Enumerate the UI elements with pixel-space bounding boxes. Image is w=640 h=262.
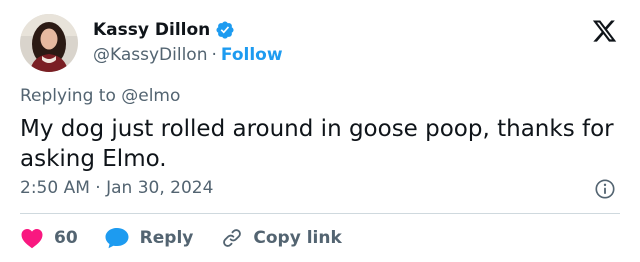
avatar[interactable]: [20, 14, 78, 72]
reply-button[interactable]: Reply: [104, 226, 194, 250]
verified-badge-icon: [215, 20, 235, 40]
author-handle-row: @KassyDillon · Follow: [93, 45, 283, 65]
link-icon: [221, 227, 243, 249]
heart-icon: [20, 227, 44, 249]
like-button[interactable]: 60: [20, 227, 78, 249]
reply-label: Reply: [139, 228, 194, 248]
separator-dot: ·: [211, 45, 217, 65]
tweet-text: My dog just rolled around in goose poop,…: [20, 116, 614, 172]
tweet-card: Kassy Dillon @KassyDillon · Follow Replyin…: [0, 0, 640, 262]
x-logo-icon[interactable]: [591, 18, 618, 44]
tweet-timestamp[interactable]: 2:50 AM · Jan 30, 2024: [20, 178, 213, 198]
avatar-image: [20, 14, 78, 72]
author-name-row: Kassy Dillon: [93, 20, 235, 40]
copy-link-button[interactable]: Copy link: [221, 227, 342, 249]
info-icon[interactable]: [594, 178, 616, 200]
copy-link-label: Copy link: [253, 228, 342, 248]
author-handle[interactable]: @KassyDillon: [93, 45, 207, 65]
author-display-name[interactable]: Kassy Dillon: [93, 20, 210, 40]
divider: [20, 213, 620, 214]
action-bar: 60 Reply Copy link: [20, 224, 342, 252]
replying-to-text: Replying to @elmo: [20, 86, 181, 106]
speech-bubble-icon: [104, 226, 130, 250]
follow-button[interactable]: Follow: [221, 45, 283, 65]
like-count: 60: [54, 228, 78, 248]
